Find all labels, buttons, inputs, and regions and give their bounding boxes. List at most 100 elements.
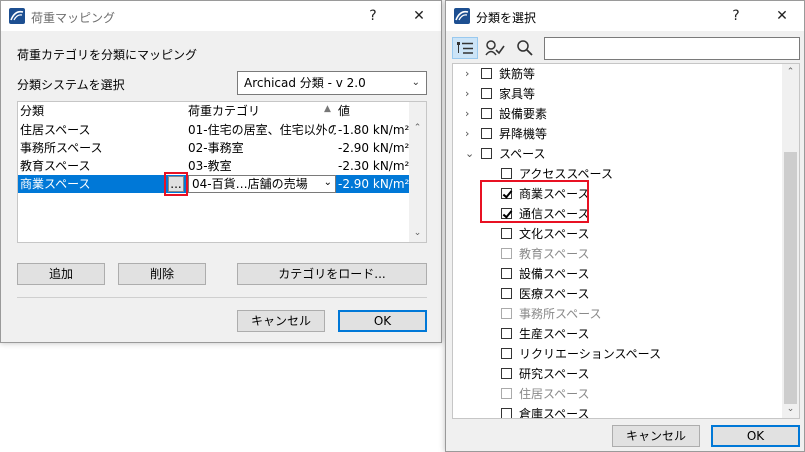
- chevron-right-icon[interactable]: ›: [465, 104, 469, 124]
- tree-item-label: 昇降機等: [499, 127, 548, 141]
- checkbox[interactable]: [481, 148, 492, 159]
- checkbox[interactable]: [501, 288, 512, 299]
- row-value: -1.80 kN/m²: [338, 123, 410, 137]
- tree-item-label: 医療スペース: [519, 287, 590, 301]
- ok-button[interactable]: OK: [711, 425, 800, 447]
- table-row-selected[interactable]: 商業スペース ... 04-百貨…店舗の売場 ⌄ -2.90 kN/m²: [18, 175, 410, 193]
- mapping-table: 分類 荷重カテゴリ ▲ 値 住居スペース 01-住宅の居室、住宅以外の建物の寝室…: [17, 101, 427, 243]
- row-category: 03-教室: [188, 159, 232, 173]
- chevron-right-icon[interactable]: ›: [465, 124, 469, 144]
- system-label: 分類システムを選択: [17, 78, 125, 92]
- tree-item-label: 研究スペース: [519, 367, 590, 381]
- tree-item-label: 生産スペース: [519, 327, 590, 341]
- classification-system-select[interactable]: Archicad 分類 - v 2.0 ⌄: [237, 71, 427, 95]
- checkbox[interactable]: [501, 228, 512, 239]
- scroll-down-icon[interactable]: ⌄: [782, 401, 799, 418]
- checkbox[interactable]: [501, 268, 512, 279]
- checkbox[interactable]: [501, 348, 512, 359]
- tree-item[interactable]: 文化スペース: [453, 224, 784, 244]
- load-category-dropdown[interactable]: 04-百貨…店舗の売場 ⌄: [188, 175, 336, 193]
- tree-item[interactable]: リクリエーションスペース: [453, 344, 784, 364]
- section-label: 荷重カテゴリを分類にマッピング: [17, 48, 198, 62]
- tree-item-label: 倉庫スペース: [519, 407, 590, 419]
- tree-item-label: 家具等: [499, 87, 536, 101]
- scroll-up-icon[interactable]: ⌃: [782, 64, 799, 81]
- row-classification: 住居スペース: [20, 123, 91, 137]
- chevron-down-icon: ⌄: [323, 177, 332, 188]
- help-button[interactable]: ?: [714, 1, 758, 31]
- tree-item-label: スペース: [499, 147, 546, 161]
- tree-item[interactable]: 医療スペース: [453, 284, 784, 304]
- window-title: 荷重マッピング: [31, 11, 116, 25]
- ellipsis-highlight: [164, 172, 188, 196]
- row-category: 04-百貨…店舗の売場: [192, 177, 308, 191]
- checkbox[interactable]: [501, 408, 512, 418]
- row-value: -2.30 kN/m²: [338, 159, 410, 173]
- vertical-scrollbar[interactable]: ⌃ ⌄: [782, 64, 799, 418]
- scroll-thumb[interactable]: [784, 152, 797, 404]
- row-category: 02-事務室: [188, 141, 244, 155]
- column-header-value[interactable]: 値: [338, 102, 408, 120]
- delete-button[interactable]: 削除: [118, 263, 206, 285]
- tree-item[interactable]: 教育スペース: [453, 244, 784, 264]
- help-button[interactable]: ?: [351, 1, 395, 31]
- table-row[interactable]: 教育スペース 03-教室 -2.30 kN/m²: [18, 157, 410, 175]
- ok-button[interactable]: OK: [338, 310, 427, 332]
- tree-list-icon: [457, 42, 473, 54]
- chevron-right-icon[interactable]: ›: [465, 64, 469, 84]
- tree-item[interactable]: 事務所スペース: [453, 304, 784, 324]
- search-icon[interactable]: [516, 39, 534, 57]
- checkbox[interactable]: [481, 88, 492, 99]
- selected-system: Archicad 分類 - v 2.0: [244, 76, 366, 90]
- tree-item[interactable]: › 設備要素: [453, 104, 784, 124]
- checkbox[interactable]: [501, 388, 512, 399]
- checkbox[interactable]: [501, 308, 512, 319]
- cancel-button[interactable]: キャンセル: [237, 310, 325, 332]
- table-row[interactable]: 住居スペース 01-住宅の居室、住宅以外の建物の寝室 -1.80 kN/m²: [18, 121, 410, 139]
- filter-checked-icon[interactable]: [484, 38, 506, 58]
- close-button[interactable]: ✕: [397, 1, 441, 31]
- tree-item[interactable]: › 昇降機等: [453, 124, 784, 144]
- tree-item-label: 設備要素: [499, 107, 548, 121]
- checkbox[interactable]: [481, 68, 492, 79]
- archicad-app-icon: [454, 8, 470, 24]
- cancel-button[interactable]: キャンセル: [612, 425, 700, 447]
- titlebar[interactable]: 荷重マッピング ? ✕: [1, 1, 441, 31]
- tree-item-label: 文化スペース: [519, 227, 590, 241]
- tree-item[interactable]: › 家具等: [453, 84, 784, 104]
- checkbox[interactable]: [501, 328, 512, 339]
- chevron-down-icon[interactable]: ⌄: [465, 144, 474, 164]
- checkbox[interactable]: [501, 168, 512, 179]
- search-input[interactable]: [544, 37, 800, 60]
- checkbox[interactable]: [481, 108, 492, 119]
- close-button[interactable]: ✕: [760, 1, 804, 31]
- select-classification-dialog: 分類を選択 ? ✕ › 鉄筋等 › 家具等 › 設備要素 › 昇降機等 ⌄ スペース アクセススペー…: [445, 0, 805, 452]
- tree-item[interactable]: › 鉄筋等: [453, 64, 784, 84]
- tree-item-label: 住居スペース: [519, 387, 590, 401]
- titlebar[interactable]: 分類を選択 ? ✕: [446, 1, 804, 31]
- tree-item-label: 設備スペース: [519, 267, 590, 281]
- tree-item[interactable]: 研究スペース: [453, 364, 784, 384]
- row-category: 01-住宅の居室、住宅以外の建物の寝室: [188, 123, 336, 137]
- scroll-up-icon[interactable]: ⌃: [409, 120, 426, 137]
- tree-body: › 鉄筋等 › 家具等 › 設備要素 › 昇降機等 ⌄ スペース アクセススペース 商業スペース 通信ス…: [453, 64, 784, 419]
- column-header-load-category[interactable]: 荷重カテゴリ: [188, 102, 318, 120]
- row-value: -2.90 kN/m²: [338, 177, 410, 191]
- vertical-scrollbar[interactable]: ⌃ ⌄: [409, 102, 426, 242]
- table-row[interactable]: 事務所スペース 02-事務室 -2.90 kN/m²: [18, 139, 410, 157]
- tree-item[interactable]: 倉庫スペース: [453, 404, 784, 419]
- checkbox[interactable]: [501, 248, 512, 259]
- add-button[interactable]: 追加: [17, 263, 105, 285]
- tree-item[interactable]: ⌄ スペース: [453, 144, 784, 164]
- column-header-classification[interactable]: 分類: [20, 102, 180, 120]
- tree-item[interactable]: 生産スペース: [453, 324, 784, 344]
- divider: [17, 297, 427, 298]
- load-category-button[interactable]: カテゴリをロード...: [237, 263, 427, 285]
- tree-item[interactable]: 設備スペース: [453, 264, 784, 284]
- tree-item[interactable]: 住居スペース: [453, 384, 784, 404]
- chevron-right-icon[interactable]: ›: [465, 84, 469, 104]
- checkbox[interactable]: [501, 368, 512, 379]
- scroll-down-icon[interactable]: ⌄: [409, 225, 426, 242]
- tree-view-toggle[interactable]: [452, 37, 478, 59]
- checkbox[interactable]: [481, 128, 492, 139]
